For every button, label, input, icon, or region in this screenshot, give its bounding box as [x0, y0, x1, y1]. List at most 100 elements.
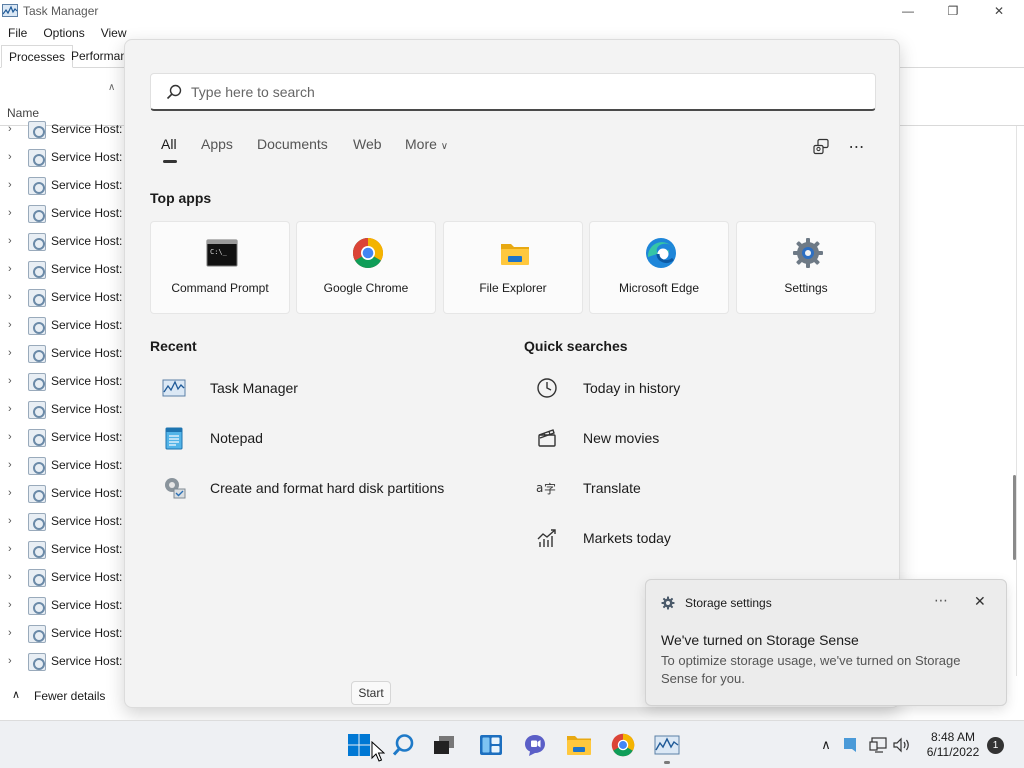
process-name: Service Host: T — [51, 374, 130, 388]
search-box[interactable] — [150, 73, 876, 111]
maximize-button[interactable]: ❐ — [930, 0, 976, 22]
quick-search-markets-today[interactable]: Markets today — [535, 522, 775, 554]
expand-chevron-icon[interactable]: › — [8, 179, 12, 191]
filter-more[interactable]: More ∨ — [405, 136, 448, 152]
clock[interactable]: 8:48 AM 6/11/2022 — [918, 730, 988, 760]
search-button[interactable] — [387, 729, 419, 761]
widgets-icon — [480, 735, 502, 755]
fewer-details-link[interactable]: Fewer details — [34, 689, 105, 703]
restore-icon: ❐ — [947, 4, 959, 18]
search-input[interactable] — [191, 81, 851, 103]
app-tile-command-prompt[interactable]: C:\_ Command Prompt — [150, 221, 290, 314]
tab-processes[interactable]: Processes — [1, 45, 74, 68]
table-row[interactable]: › Service Host: U — [0, 116, 130, 144]
recent-item-task-manager[interactable]: Task Manager — [162, 372, 462, 404]
app-tile-file-explorer[interactable]: File Explorer — [443, 221, 583, 314]
network-button[interactable] — [868, 735, 888, 755]
table-row[interactable]: › Service Host: S — [0, 200, 130, 228]
svg-text:C:\_: C:\_ — [210, 248, 228, 256]
switch-account-button[interactable] — [808, 134, 834, 160]
expand-chevron-icon[interactable]: › — [8, 375, 12, 387]
scrollbar-thumb[interactable] — [1013, 475, 1016, 560]
table-row[interactable]: › Service Host: S — [0, 312, 130, 340]
filter-documents[interactable]: Documents — [257, 136, 328, 152]
recent-item-notepad[interactable]: Notepad — [162, 422, 462, 454]
filter-web[interactable]: Web — [353, 136, 382, 152]
table-row[interactable]: › Service Host: U — [0, 564, 130, 592]
expand-chevron-icon[interactable]: › — [8, 515, 12, 527]
chevron-down-icon: ∨ — [440, 141, 449, 152]
table-row[interactable]: › Service Host: T — [0, 452, 130, 480]
table-row[interactable]: › Service Host: T — [0, 368, 130, 396]
notification-title: We've turned on Storage Sense — [661, 632, 859, 648]
volume-button[interactable] — [892, 735, 912, 755]
expand-chevron-icon[interactable]: › — [8, 151, 12, 163]
expand-chevron-icon[interactable]: › — [8, 543, 12, 555]
table-row[interactable]: › Service Host: T — [0, 340, 130, 368]
table-row[interactable]: › Service Host: T — [0, 396, 130, 424]
ellipsis-icon: ⋯ — [848, 139, 866, 156]
quick-search-new-movies[interactable]: New movies — [535, 422, 775, 454]
expand-chevron-icon[interactable]: › — [8, 235, 12, 247]
recent-item-disk-partitions[interactable]: Create and format hard disk partitions — [162, 472, 492, 504]
service-gear-icon — [28, 121, 46, 139]
show-hidden-icons-button[interactable]: ∧ — [816, 735, 836, 755]
expand-chevron-icon[interactable]: › — [8, 403, 12, 415]
tray-app-button[interactable] — [840, 735, 860, 755]
expand-chevron-icon[interactable]: › — [8, 431, 12, 443]
table-row[interactable]: › Service Host: S — [0, 228, 130, 256]
table-row[interactable]: › Service Host: S — [0, 172, 130, 200]
expand-chevron-icon[interactable]: › — [8, 319, 12, 331]
storage-notification[interactable]: Storage settings ⋯ ✕ We've turned on Sto… — [645, 579, 1007, 706]
filter-all[interactable]: All — [161, 136, 177, 152]
table-row[interactable]: › Service Host: S — [0, 284, 130, 312]
quick-search-translate[interactable]: a 字 Translate — [535, 472, 775, 504]
widgets-button[interactable] — [475, 729, 507, 761]
table-row[interactable]: › Service Host: U — [0, 620, 130, 648]
chat-button[interactable] — [519, 729, 551, 761]
table-row[interactable]: › Service Host: T — [0, 424, 130, 452]
expand-chevron-icon[interactable]: › — [8, 459, 12, 471]
ellipsis-icon[interactable]: ⋯ — [934, 592, 949, 609]
expand-chevron-icon[interactable]: › — [8, 655, 12, 667]
expand-chevron-icon[interactable]: › — [8, 263, 12, 275]
notification-badge[interactable]: 1 — [987, 737, 1004, 754]
task-view-button[interactable] — [428, 729, 460, 761]
task-manager-button[interactable] — [651, 729, 683, 761]
app-tile-settings[interactable]: Settings — [736, 221, 876, 314]
table-row[interactable]: › Service Host: U — [0, 536, 130, 564]
edge-icon — [646, 238, 676, 268]
chevron-up-icon[interactable]: ∧ — [12, 688, 20, 701]
table-row[interactable]: › Service Host: W — [0, 648, 130, 671]
menu-file[interactable]: File — [0, 24, 35, 42]
chrome-button[interactable] — [607, 729, 639, 761]
expand-chevron-icon[interactable]: › — [8, 599, 12, 611]
menu-options[interactable]: Options — [35, 24, 92, 42]
table-row[interactable]: › Service Host: S — [0, 256, 130, 284]
notification-app-name: Storage settings — [685, 596, 772, 610]
settings-gear-icon — [661, 596, 675, 610]
file-explorer-button[interactable] — [563, 729, 595, 761]
process-name: Service Host: U — [51, 542, 130, 556]
quick-search-today-in-history[interactable]: Today in history — [535, 372, 775, 404]
expand-chevron-icon[interactable]: › — [8, 207, 12, 219]
expand-chevron-icon[interactable]: › — [8, 571, 12, 583]
expand-chevron-icon[interactable]: › — [8, 123, 12, 135]
close-icon[interactable]: ✕ — [974, 593, 986, 610]
close-button[interactable]: ✕ — [976, 0, 1022, 22]
app-tile-microsoft-edge[interactable]: Microsoft Edge — [589, 221, 729, 314]
service-gear-icon — [28, 513, 46, 531]
table-row[interactable]: › Service Host: U — [0, 592, 130, 620]
expand-chevron-icon[interactable]: › — [8, 291, 12, 303]
expand-chevron-icon[interactable]: › — [8, 627, 12, 639]
table-row[interactable]: › Service Host: U — [0, 480, 130, 508]
sort-up-icon[interactable]: ∧ — [108, 82, 115, 93]
table-row[interactable]: › Service Host: U — [0, 508, 130, 536]
app-tile-google-chrome[interactable]: Google Chrome — [296, 221, 436, 314]
filter-apps[interactable]: Apps — [201, 136, 233, 152]
expand-chevron-icon[interactable]: › — [8, 347, 12, 359]
minimize-button[interactable]: — — [885, 0, 931, 22]
more-options-button[interactable]: ⋯ — [844, 134, 870, 160]
expand-chevron-icon[interactable]: › — [8, 487, 12, 499]
table-row[interactable]: › Service Host: S — [0, 144, 130, 172]
